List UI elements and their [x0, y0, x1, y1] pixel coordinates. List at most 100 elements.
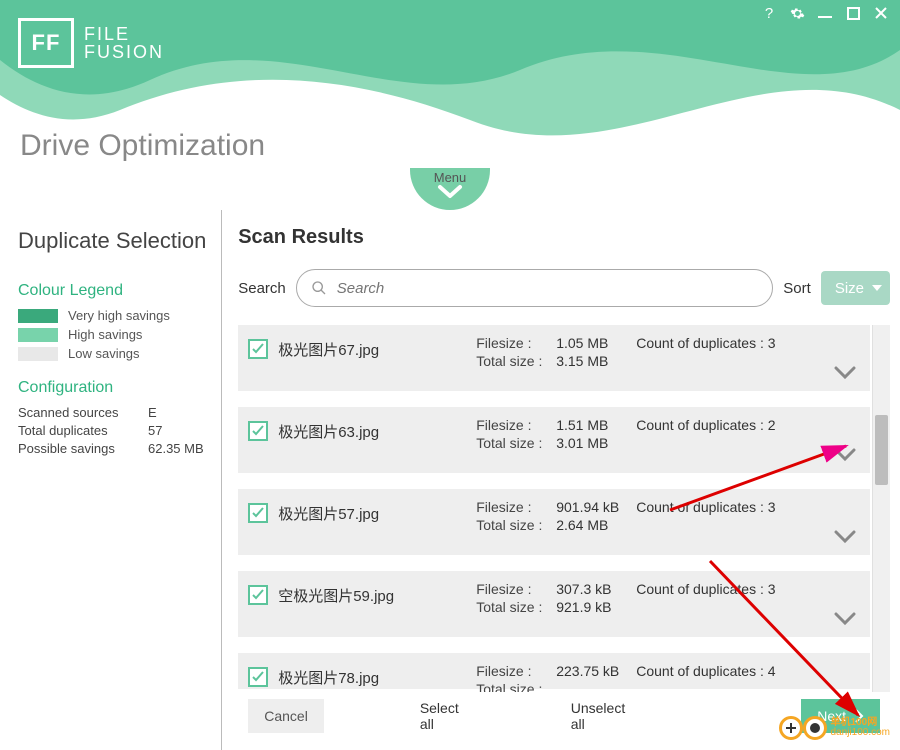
config-row: Possible savings62.35 MB	[18, 441, 207, 456]
totalsize-label: Total size :	[476, 599, 556, 615]
row-checkbox[interactable]	[248, 339, 268, 359]
legend-row: Low savings	[18, 346, 207, 361]
menu-toggle[interactable]: Menu	[410, 168, 490, 210]
filesize-value: 1.05 MB	[556, 335, 636, 351]
totalsize-value: 2.64 MB	[556, 517, 636, 533]
count-label: Count of duplicates : 2	[636, 417, 796, 433]
footer-actions: Cancel Select all Unselect all Next	[238, 692, 890, 740]
results-title: Scan Results	[238, 226, 890, 249]
legend-label: Low savings	[68, 346, 140, 361]
result-row: 极光图片57.jpg Filesize : 901.94 kB Count of…	[238, 489, 870, 555]
chevron-down-icon	[437, 183, 463, 201]
app-name-2: FUSION	[84, 43, 164, 61]
filesize-label: Filesize :	[476, 499, 556, 515]
expand-toggle[interactable]	[834, 366, 856, 385]
legend-title: Colour Legend	[18, 282, 207, 300]
legend-label: Very high savings	[68, 308, 170, 323]
totalsize-label: Total size :	[476, 681, 556, 692]
app-name-1: FILE	[84, 25, 164, 43]
unselect-all-button[interactable]: Unselect all	[555, 699, 641, 733]
filesize-value: 223.75 kB	[556, 663, 636, 679]
legend-label: High savings	[68, 327, 142, 342]
row-filename: 极光图片63.jpg	[278, 421, 379, 442]
chevron-down-icon	[834, 366, 856, 380]
chevron-right-icon	[854, 709, 864, 723]
config-value: 57	[148, 423, 162, 438]
legend-swatch	[18, 309, 58, 323]
config-row: Scanned sourcesE	[18, 405, 207, 420]
results-list: 极光图片67.jpg Filesize : 1.05 MB Count of d…	[238, 325, 870, 692]
search-label: Search	[238, 280, 286, 297]
chevron-down-icon	[834, 612, 856, 626]
expand-toggle[interactable]	[834, 448, 856, 467]
help-icon[interactable]: ?	[760, 4, 778, 22]
filesize-value: 307.3 kB	[556, 581, 636, 597]
select-all-button[interactable]: Select all	[404, 699, 475, 733]
totalsize-value	[556, 681, 636, 692]
search-box[interactable]	[296, 269, 774, 307]
row-filename: 极光图片57.jpg	[278, 503, 379, 524]
filesize-value: 1.51 MB	[556, 417, 636, 433]
main-panel: Scan Results Search Sort Size 极光图片67.jpg…	[222, 210, 900, 750]
config-row: Total duplicates57	[18, 423, 207, 438]
next-button[interactable]: Next	[801, 699, 880, 733]
minimize-icon[interactable]	[816, 4, 834, 22]
row-checkbox[interactable]	[248, 421, 268, 441]
filesize-label: Filesize :	[476, 581, 556, 597]
expand-toggle[interactable]	[834, 530, 856, 549]
expand-toggle[interactable]	[834, 612, 856, 631]
search-input[interactable]	[337, 280, 759, 297]
count-label: Count of duplicates : 4	[636, 663, 796, 679]
chevron-down-icon	[834, 530, 856, 544]
result-row: 极光图片63.jpg Filesize : 1.51 MB Count of d…	[238, 407, 870, 473]
totalsize-label: Total size :	[476, 353, 556, 369]
result-row: 空极光图片59.jpg Filesize : 307.3 kB Count of…	[238, 571, 870, 637]
settings-icon[interactable]	[788, 4, 806, 22]
page-title: Drive Optimization	[20, 129, 265, 163]
sort-dropdown[interactable]: Size	[821, 271, 890, 305]
row-checkbox[interactable]	[248, 667, 268, 687]
totalsize-label: Total size :	[476, 517, 556, 533]
totalsize-value: 3.15 MB	[556, 353, 636, 369]
result-row: 极光图片78.jpg Filesize : 223.75 kB Count of…	[238, 653, 870, 689]
sort-value: Size	[835, 280, 864, 297]
row-filename: 极光图片67.jpg	[278, 339, 379, 360]
sidebar: Duplicate Selection Colour Legend Very h…	[0, 210, 221, 750]
legend-row: High savings	[18, 327, 207, 342]
totalsize-value: 3.01 MB	[556, 435, 636, 451]
row-filename: 极光图片78.jpg	[278, 667, 379, 688]
filesize-label: Filesize :	[476, 663, 556, 679]
filesize-label: Filesize :	[476, 417, 556, 433]
cancel-button[interactable]: Cancel	[248, 699, 324, 733]
row-checkbox[interactable]	[248, 503, 268, 523]
header: FF FILE FUSION Drive Optimization	[0, 0, 900, 185]
next-label: Next	[817, 708, 846, 724]
scroll-thumb[interactable]	[875, 415, 888, 485]
close-icon[interactable]	[872, 4, 890, 22]
legend-row: Very high savings	[18, 308, 207, 323]
window-controls: ?	[760, 4, 890, 22]
legend-swatch	[18, 347, 58, 361]
config-key: Scanned sources	[18, 405, 148, 420]
menu-label: Menu	[410, 170, 490, 185]
row-checkbox[interactable]	[248, 585, 268, 605]
logo-box: FF	[18, 18, 74, 68]
config-value: 62.35 MB	[148, 441, 204, 456]
config-key: Total duplicates	[18, 423, 148, 438]
totalsize-value: 921.9 kB	[556, 599, 636, 615]
config-key: Possible savings	[18, 441, 148, 456]
search-icon	[311, 280, 327, 296]
scrollbar[interactable]	[872, 325, 890, 692]
result-row: 极光图片67.jpg Filesize : 1.05 MB Count of d…	[238, 325, 870, 391]
sidebar-title: Duplicate Selection	[18, 228, 207, 254]
filesize-value: 901.94 kB	[556, 499, 636, 515]
maximize-icon[interactable]	[844, 4, 862, 22]
sort-label: Sort	[783, 280, 811, 297]
count-label: Count of duplicates : 3	[636, 581, 796, 597]
app-logo: FF FILE FUSION	[18, 18, 164, 68]
count-label: Count of duplicates : 3	[636, 335, 796, 351]
filesize-label: Filesize :	[476, 335, 556, 351]
legend-swatch	[18, 328, 58, 342]
row-filename: 空极光图片59.jpg	[278, 585, 394, 606]
count-label: Count of duplicates : 3	[636, 499, 796, 515]
